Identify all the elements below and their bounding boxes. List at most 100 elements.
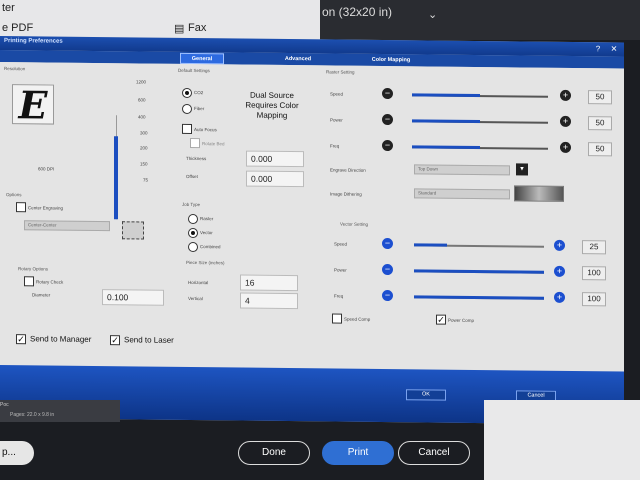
- resolution-tick: 300: [140, 130, 148, 136]
- background-left-button[interactable]: p...: [0, 441, 34, 465]
- combined-label: Combined: [200, 244, 221, 250]
- vertical-value: 4: [245, 295, 250, 306]
- printing-preferences-dialog: Printing Preferences ? ✕ General Advance…: [0, 36, 624, 425]
- default-settings-section-label: Default Settings: [178, 67, 210, 74]
- power-comp-checkbox[interactable]: ✓: [436, 314, 446, 325]
- vector-setting-section-label: Vector Setting: [340, 221, 369, 227]
- background-options-panel: ter e PDF ▤ Fax: [0, 0, 320, 40]
- resolution-tick: 400: [138, 114, 146, 120]
- vector-power-value[interactable]: 100: [582, 266, 606, 281]
- direction-arrow-icon[interactable]: ▼: [516, 163, 528, 176]
- close-icon[interactable]: ✕: [608, 44, 620, 54]
- rotary-check-checkbox[interactable]: [24, 276, 34, 287]
- diameter-label: Diameter: [32, 292, 51, 298]
- center-position-icon[interactable]: [122, 221, 144, 240]
- raster-speed-decrease-button[interactable]: −: [382, 88, 393, 100]
- raster-freq-increase-button[interactable]: +: [560, 141, 571, 153]
- job-type-section-label: Job Type: [182, 201, 201, 208]
- image-dithering-value: Standard: [418, 190, 437, 196]
- dialog-title: Printing Preferences: [4, 38, 63, 45]
- speed-comp-checkbox[interactable]: [332, 313, 342, 324]
- engrave-direction-dropdown[interactable]: Top Down: [414, 164, 510, 176]
- horizontal-value: 16: [245, 277, 255, 288]
- background-preview-info: Poc Pages: 22.0 x 9.8 in: [0, 400, 120, 422]
- resolution-slider-fill[interactable]: [114, 136, 118, 220]
- co2-radio[interactable]: [182, 87, 192, 99]
- send-to-laser-label: Send to Laser: [124, 335, 174, 345]
- resolution-tick: 600: [138, 97, 146, 103]
- co2-label: CO2: [194, 90, 204, 96]
- center-engraving-label: Center Engraving: [28, 205, 64, 211]
- raster-speed-label: Speed: [330, 91, 344, 97]
- horizontal-field[interactable]: 16: [240, 274, 298, 292]
- image-dithering-label: Image Dithering: [330, 191, 362, 197]
- tab-color-mapping[interactable]: Color Mapping: [366, 55, 416, 67]
- thickness-label: Thickness: [186, 155, 207, 162]
- tab-advanced[interactable]: Advanced: [278, 54, 318, 65]
- dithering-preview: [514, 185, 564, 202]
- vector-speed-increase-button[interactable]: +: [554, 239, 565, 251]
- fax-icon: ▤: [174, 23, 185, 35]
- diameter-value: 0.100: [107, 292, 129, 303]
- center-engraving-checkbox[interactable]: [16, 202, 26, 213]
- raster-freq-decrease-button[interactable]: −: [382, 140, 393, 152]
- raster-speed-increase-button[interactable]: +: [560, 89, 571, 101]
- raster-freq-fill: [412, 145, 480, 150]
- raster-power-decrease-button[interactable]: −: [382, 114, 393, 126]
- fiber-radio[interactable]: [182, 103, 192, 115]
- auto-focus-label: Auto Focus: [194, 127, 217, 133]
- vector-power-fill: [414, 269, 544, 274]
- thickness-field[interactable]: 0.000: [246, 150, 304, 168]
- vector-speed-value[interactable]: 25: [582, 240, 606, 255]
- resolution-tick: 150: [140, 161, 148, 167]
- raster-power-increase-button[interactable]: +: [560, 115, 571, 127]
- send-to-manager-label: Send to Manager: [30, 334, 92, 344]
- done-button[interactable]: Done: [238, 441, 310, 465]
- media-size-value: on (32x20 in): [322, 5, 393, 19]
- general-tab-content: Resolution E 1200 600 400 300 200 150 75…: [0, 62, 624, 372]
- center-mode-value: Center-Center: [28, 222, 57, 228]
- rotate-bed-checkbox[interactable]: [190, 137, 200, 149]
- pdf-option-label[interactable]: e PDF: [2, 22, 33, 34]
- send-to-manager-checkbox[interactable]: ✓: [16, 334, 26, 345]
- engrave-direction-label: Engrave Direction: [330, 167, 366, 173]
- vector-freq-increase-button[interactable]: +: [554, 291, 565, 303]
- vector-power-increase-button[interactable]: +: [554, 265, 565, 277]
- rotate-bed-label: Rotate Bed: [202, 141, 225, 147]
- vector-power-decrease-button[interactable]: −: [382, 264, 393, 276]
- resolution-section-label: Resolution: [4, 66, 26, 72]
- raster-freq-value[interactable]: 50: [588, 142, 612, 157]
- diameter-field[interactable]: 0.100: [102, 289, 164, 306]
- vector-radio[interactable]: [188, 227, 198, 239]
- fiber-label: Fiber: [194, 106, 205, 112]
- vector-freq-label: Freq: [334, 293, 344, 299]
- raster-speed-value[interactable]: 50: [588, 90, 612, 105]
- vertical-field[interactable]: 4: [240, 292, 298, 310]
- print-cancel-button[interactable]: Cancel: [398, 441, 470, 465]
- raster-setting-section-label: Raster Setting: [326, 69, 355, 75]
- image-dithering-dropdown[interactable]: Standard: [414, 188, 510, 200]
- vector-speed-decrease-button[interactable]: −: [382, 238, 393, 250]
- horizontal-label: Horizontal: [188, 279, 209, 286]
- combined-radio[interactable]: [188, 241, 198, 253]
- auto-focus-checkbox[interactable]: [182, 123, 192, 135]
- vector-freq-value[interactable]: 100: [582, 292, 606, 307]
- tab-general[interactable]: General: [180, 52, 224, 65]
- fax-option-label[interactable]: Fax: [188, 22, 206, 34]
- print-button[interactable]: Print: [322, 441, 394, 465]
- raster-power-value[interactable]: 50: [588, 116, 612, 131]
- send-to-laser-checkbox[interactable]: ✓: [110, 335, 120, 346]
- raster-radio[interactable]: [188, 213, 198, 225]
- screen: ter e PDF ▤ Fax on (32x20 in) ⌄ Printing…: [0, 0, 640, 480]
- thickness-value: 0.000: [251, 153, 273, 164]
- power-comp-label: Power Comp: [448, 317, 475, 323]
- ok-button[interactable]: OK: [406, 389, 446, 401]
- vector-speed-fill: [414, 243, 447, 247]
- center-mode-dropdown[interactable]: Center-Center: [24, 220, 110, 232]
- help-icon[interactable]: ?: [592, 44, 604, 54]
- chevron-down-icon[interactable]: ⌄: [428, 8, 437, 21]
- raster-freq-label: Freq: [330, 143, 340, 149]
- vector-freq-decrease-button[interactable]: −: [382, 290, 393, 302]
- media-size-dropdown[interactable]: on (32x20 in): [322, 5, 442, 27]
- offset-field[interactable]: 0.000: [246, 170, 304, 188]
